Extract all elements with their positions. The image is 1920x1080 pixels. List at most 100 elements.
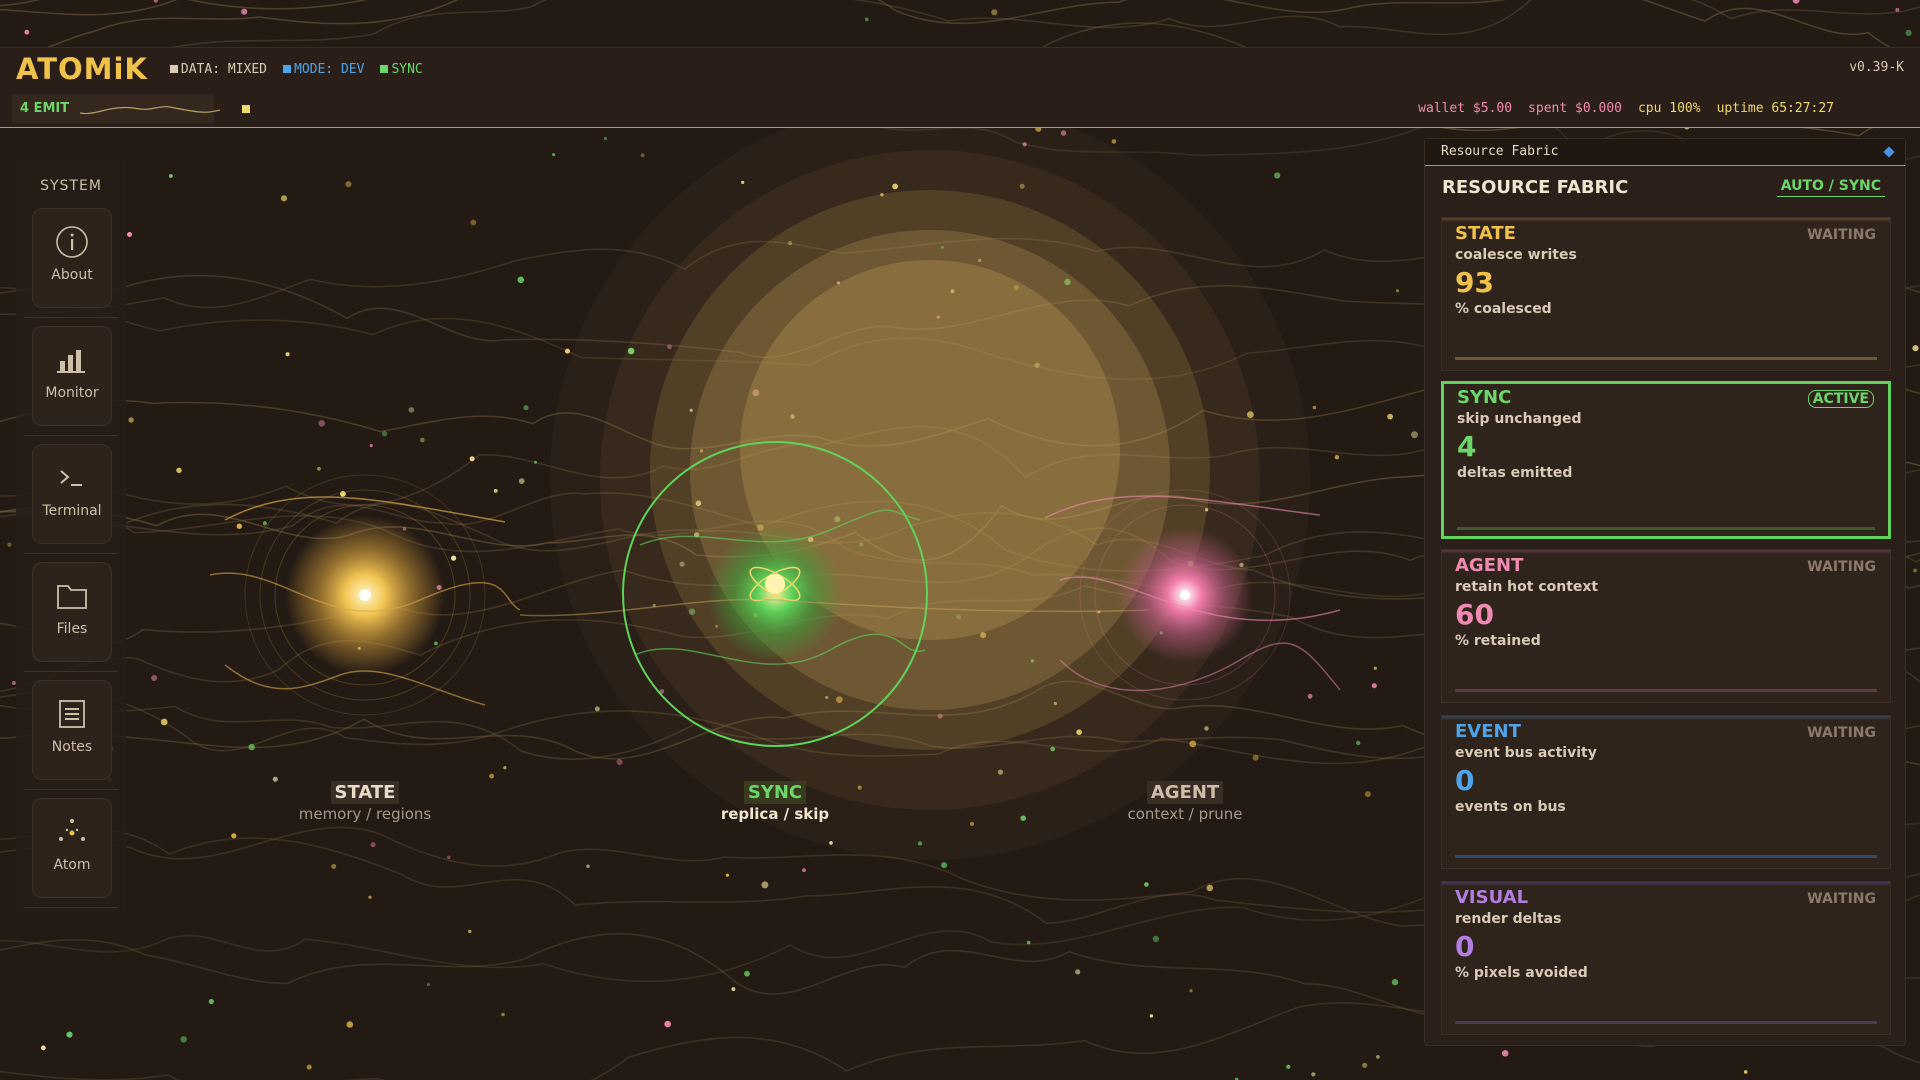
sync-node-label[interactable]: SYNC replica / skip [675, 781, 875, 823]
particle-dot [285, 352, 290, 357]
panel-title: RESOURCE FABRIC [1442, 177, 1629, 198]
particle-dot [1411, 431, 1418, 439]
sidebar-item-notes[interactable]: Notes [32, 680, 112, 780]
card-progress-bar [1455, 1021, 1877, 1024]
sidebar-item-about[interactable]: About [32, 208, 112, 308]
particle-dot [317, 466, 321, 471]
particle-dot [1152, 935, 1160, 943]
particle-dot [231, 833, 237, 839]
sync-square-icon [380, 65, 389, 73]
auto-sync-button[interactable]: AUTO / SYNC [1776, 178, 1885, 197]
particle-dot [1913, 568, 1917, 573]
particle-dot [434, 641, 438, 646]
particle-dot [1144, 882, 1149, 887]
card-progress-bar [1455, 855, 1877, 858]
particle-dot [493, 489, 498, 493]
particle-dot [408, 407, 415, 413]
particle-dot [616, 758, 623, 766]
panel-titlebar[interactable]: Resource Fabric [1425, 139, 1905, 166]
sidebar-divider [24, 907, 118, 908]
sidebar-title: SYSTEM [40, 178, 102, 194]
particle-dot [744, 970, 750, 977]
sidebar-item-atom[interactable]: Atom [32, 798, 112, 898]
particle-dot [1274, 172, 1281, 179]
sync-tag[interactable]: SYNC [380, 62, 423, 77]
particle-dot [446, 855, 451, 860]
sidebar-divider [24, 317, 118, 318]
particle-dot [1075, 969, 1081, 975]
top-bar: ATOMiK DATA: MIXED MODE: DEV SYNC v0.39-… [0, 47, 1920, 91]
particle-dot [1307, 693, 1313, 699]
state-node-label[interactable]: STATE memory / regions [265, 781, 465, 823]
particle-dot [534, 460, 537, 464]
particle-dot [664, 1020, 671, 1028]
particle-dot [1364, 791, 1371, 798]
particle-dot [345, 181, 352, 188]
particle-dot [586, 864, 590, 868]
sync-card[interactable]: SYNC ACTIVE skip unchanged 4 deltas emit… [1441, 381, 1891, 539]
visual-card[interactable]: VISUAL WAITING render deltas 0 % pixels … [1441, 881, 1891, 1035]
particle-dot [565, 348, 570, 354]
particle-dot [331, 864, 337, 869]
sidebar-item-files[interactable]: Files [32, 562, 112, 662]
particle-dot [169, 174, 173, 178]
atom-icon [57, 815, 87, 849]
particle-dot [1743, 1070, 1748, 1074]
particle-dot [603, 136, 608, 141]
sidebar-divider [24, 435, 118, 436]
particle-dot [381, 431, 388, 437]
resource-stats: wallet $5.00 spent $0.000 cpu 100% uptim… [1418, 101, 1834, 116]
state-node [209, 474, 521, 716]
particle-dot [128, 417, 134, 423]
particle-dot [1252, 754, 1259, 761]
data-mode-tag[interactable]: DATA: MIXED [169, 62, 267, 77]
particle-dot [1356, 740, 1361, 746]
particle-dot [864, 17, 869, 22]
particle-dot [420, 437, 425, 443]
particle-dot [451, 555, 457, 561]
notes-icon [58, 697, 86, 731]
status-badge: WAITING [1807, 891, 1876, 907]
particle-dot [761, 881, 769, 889]
particle-dot [489, 773, 494, 779]
particle-dot [262, 521, 267, 526]
particle-dot [552, 153, 556, 157]
info-icon [55, 225, 89, 259]
particle-dot [176, 467, 182, 473]
sidebar-divider [24, 789, 118, 790]
diamond-icon [1883, 146, 1895, 158]
terminal-icon [57, 461, 87, 495]
particle-dot [1792, 0, 1800, 4]
particle-dot [24, 29, 30, 35]
sidebar-item-terminal[interactable]: Terminal [32, 444, 112, 544]
particle-dot [1387, 413, 1393, 420]
particle-dot [1895, 7, 1900, 12]
particle-dot [151, 675, 158, 681]
sidebar-item-monitor[interactable]: Monitor [32, 326, 112, 426]
sidebar-divider [24, 671, 118, 672]
state-card[interactable]: STATE WAITING coalesce writes 93 % coale… [1441, 217, 1891, 371]
particle-dot [369, 444, 373, 448]
spent-stat: spent $0.000 [1528, 101, 1622, 116]
particle-dot [517, 276, 525, 284]
particle-dot [518, 478, 525, 484]
particle-dot [1334, 455, 1340, 460]
particle-dot [594, 706, 600, 712]
particle-dot [1371, 683, 1377, 689]
particle-dot [160, 718, 168, 726]
wave-line [0, 0, 369, 16]
data-square-icon [169, 65, 178, 73]
agent-node-label[interactable]: AGENT context / prune [1085, 781, 1285, 823]
particle-dot [66, 1031, 73, 1038]
uptime-stat: uptime 65:27:27 [1716, 101, 1834, 116]
dev-mode-tag[interactable]: MODE: DEV [283, 62, 364, 77]
emit-count: 4 EMIT [20, 101, 70, 116]
event-card[interactable]: EVENT WAITING event bus activity 0 event… [1441, 715, 1891, 869]
notification-dot [127, 232, 132, 237]
particle-dot [1286, 1064, 1291, 1069]
particle-dot [640, 153, 645, 158]
sidebar-divider [24, 553, 118, 554]
agent-card[interactable]: AGENT WAITING retain hot context 60 % re… [1441, 549, 1891, 703]
particle-dot [1376, 1055, 1380, 1059]
folder-icon [56, 579, 88, 613]
